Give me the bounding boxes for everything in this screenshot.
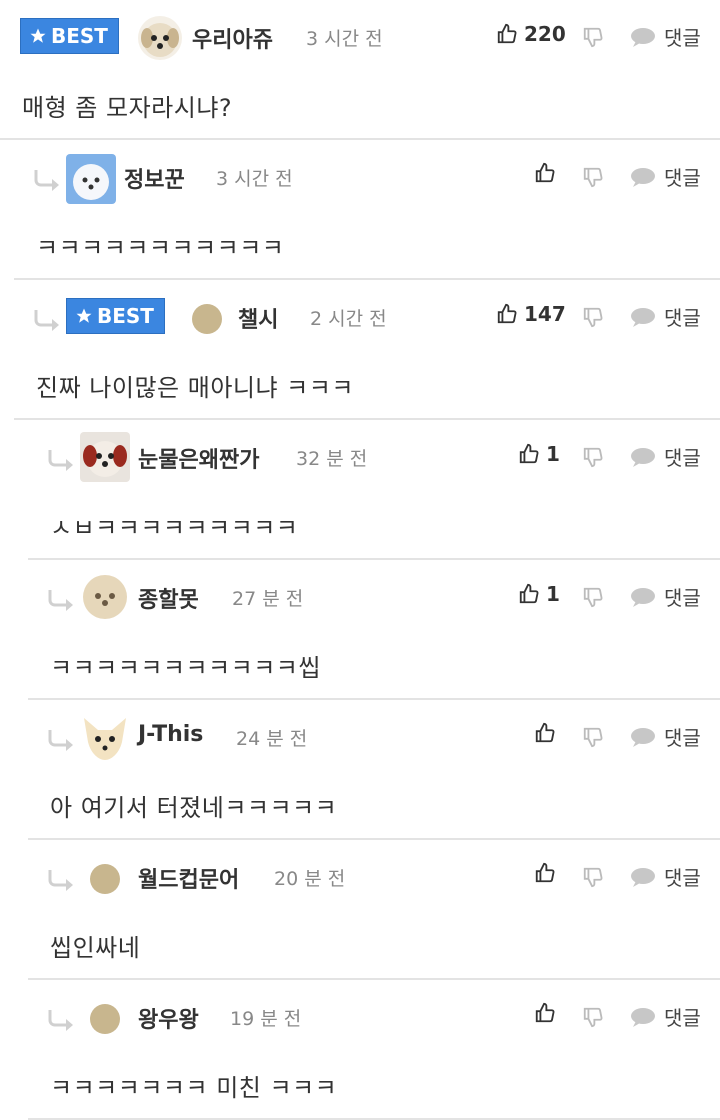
comment-text: 아 여기서 터졌네ㅋㅋㅋㅋㅋ	[50, 794, 338, 822]
timestamp: 32 분 전	[296, 448, 368, 470]
best-badge: BEST	[20, 18, 119, 54]
speech-bubble-icon	[631, 167, 655, 187]
reply-button[interactable]: 댓글	[630, 722, 701, 751]
timestamp: 3 시간 전	[216, 168, 293, 190]
thumbs-down-icon[interactable]	[582, 1006, 604, 1028]
reply-button[interactable]: 댓글	[630, 22, 701, 51]
comment-text: 씹인싸네	[50, 934, 141, 962]
reply-button[interactable]: 댓글	[630, 302, 701, 331]
reply-button[interactable]: 댓글	[630, 862, 701, 891]
reply-button[interactable]: 댓글	[630, 442, 701, 471]
thumbs-down-icon[interactable]	[582, 726, 604, 748]
thumbs-down-icon[interactable]	[582, 26, 604, 48]
comment-text: ㅋㅋㅋㅋㅋㅋㅋ 미친 ㅋㅋㅋ	[50, 1074, 338, 1102]
timestamp: 24 분 전	[236, 728, 308, 750]
like-button[interactable]	[534, 1002, 562, 1024]
speech-bubble-icon	[631, 1007, 655, 1027]
comment: J-This 24 분 전 댓글 아 여기서 터졌네ㅋㅋㅋㅋㅋ	[0, 700, 720, 840]
thumbs-up-icon	[519, 583, 539, 604]
reply-arrow-icon	[48, 1010, 73, 1031]
comment-text: 진짜 나이많은 매아니냐 ㅋㅋㅋ	[36, 374, 354, 402]
comment: 눈물은왜짠가 32 분 전 1 댓글 ㅅㅂㅋㅋㅋㅋㅋㅋㅋㅋㅋ	[0, 420, 720, 560]
nickname[interactable]: 정보꾼	[124, 162, 185, 194]
reply-button[interactable]: 댓글	[630, 162, 701, 191]
nickname[interactable]: 왕우왕	[138, 1002, 199, 1034]
avatar[interactable]	[90, 1004, 120, 1034]
nickname[interactable]: 챌시	[238, 302, 278, 334]
timestamp: 19 분 전	[230, 1008, 302, 1030]
reply-arrow-icon	[48, 450, 73, 471]
nickname[interactable]: 눈물은왜짠가	[138, 442, 259, 474]
reply-arrow-icon	[34, 170, 59, 191]
reply-button[interactable]: 댓글	[630, 1002, 701, 1031]
speech-bubble-icon	[631, 867, 655, 887]
thumbs-up-icon	[535, 862, 555, 883]
thumbs-up-icon	[497, 23, 517, 44]
thumbs-down-icon[interactable]	[582, 166, 604, 188]
star-icon	[30, 28, 46, 43]
thumbs-down-icon[interactable]	[582, 306, 604, 328]
comment: 종할못 27 분 전 1 댓글 ㅋㅋㅋㅋㅋㅋㅋㅋㅋㅋㅋ씹	[0, 560, 720, 700]
avatar[interactable]	[90, 864, 120, 894]
comment: 월드컵문어 20 분 전 댓글 씹인싸네	[0, 840, 720, 980]
reply-button[interactable]: 댓글	[630, 582, 701, 611]
speech-bubble-icon	[631, 447, 655, 467]
like-button[interactable]	[534, 162, 562, 184]
avatar[interactable]	[80, 712, 130, 762]
speech-bubble-icon	[631, 27, 655, 47]
best-badge: BEST	[66, 298, 165, 334]
comment-text: 매형 좀 모자라시냐?	[22, 94, 233, 122]
thumbs-up-icon	[519, 443, 539, 464]
avatar[interactable]	[80, 432, 130, 482]
star-icon	[76, 308, 92, 323]
like-button[interactable]: 220	[496, 22, 566, 46]
thumbs-up-icon	[535, 722, 555, 743]
comment-text: ㅋㅋㅋㅋㅋㅋㅋㅋㅋㅋㅋ씹	[50, 654, 321, 682]
reply-arrow-icon	[48, 730, 73, 751]
nickname[interactable]: 월드컵문어	[138, 862, 239, 894]
timestamp: 3 시간 전	[306, 28, 383, 50]
nickname[interactable]: J-This	[138, 722, 203, 747]
speech-bubble-icon	[631, 307, 655, 327]
timestamp: 20 분 전	[274, 868, 346, 890]
reply-arrow-icon	[48, 870, 73, 891]
nickname[interactable]: 종할못	[138, 582, 199, 614]
comment: BEST 우리아쥬 3 시간 전 220 댓글 매형 좀 모자라시냐?	[0, 0, 720, 140]
avatar[interactable]	[138, 16, 182, 60]
thumbs-down-icon[interactable]	[582, 446, 604, 468]
thumbs-down-icon[interactable]	[582, 866, 604, 888]
timestamp: 2 시간 전	[310, 308, 387, 330]
thumbs-up-icon	[535, 162, 555, 183]
comment-text: ㅋㅋㅋㅋㅋㅋㅋㅋㅋㅋㅋ	[36, 234, 285, 262]
like-count: 1	[546, 582, 560, 606]
comment-text: ㅅㅂㅋㅋㅋㅋㅋㅋㅋㅋㅋ	[50, 514, 299, 542]
thumbs-up-icon	[497, 303, 517, 324]
like-button[interactable]	[534, 722, 562, 744]
like-count: 220	[524, 22, 566, 46]
like-button[interactable]: 1	[518, 442, 560, 466]
like-count: 147	[524, 302, 566, 326]
nickname[interactable]: 우리아쥬	[192, 22, 273, 54]
like-button[interactable]: 1	[518, 582, 560, 606]
reply-arrow-icon	[48, 590, 73, 611]
comment: 정보꾼 3 시간 전 댓글 ㅋㅋㅋㅋㅋㅋㅋㅋㅋㅋㅋ	[0, 140, 720, 280]
like-button[interactable]	[534, 862, 562, 884]
timestamp: 27 분 전	[232, 588, 304, 610]
comment: 왕우왕 19 분 전 댓글 ㅋㅋㅋㅋㅋㅋㅋ 미친 ㅋㅋㅋ	[0, 980, 720, 1120]
avatar[interactable]	[80, 572, 130, 622]
reply-arrow-icon	[34, 310, 59, 331]
avatar[interactable]	[192, 304, 222, 334]
like-button[interactable]: 147	[496, 302, 566, 326]
comment: BEST 챌시 2 시간 전 147 댓글 진짜 나이많은 매아니냐 ㅋㅋㅋ	[0, 280, 720, 420]
speech-bubble-icon	[631, 727, 655, 747]
avatar[interactable]	[66, 154, 116, 204]
thumbs-up-icon	[535, 1002, 555, 1023]
speech-bubble-icon	[631, 587, 655, 607]
thumbs-down-icon[interactable]	[582, 586, 604, 608]
like-count: 1	[546, 442, 560, 466]
